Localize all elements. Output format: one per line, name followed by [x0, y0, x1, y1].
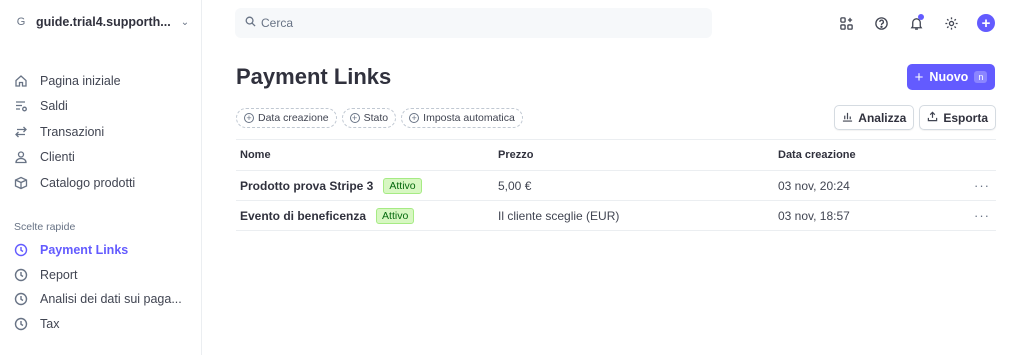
- filter-status[interactable]: + Stato: [341, 108, 397, 128]
- shortcut-label: Report: [40, 267, 78, 282]
- filter-label: Imposta automatica: [423, 112, 515, 124]
- clock-icon: [14, 268, 28, 282]
- shortcut-tax[interactable]: Tax: [14, 312, 182, 337]
- filter-date-created[interactable]: + Data creazione: [236, 108, 337, 128]
- shortcut-label: Payment Links: [40, 243, 129, 258]
- cell-date: 03 nov, 18:57: [778, 208, 850, 223]
- create-icon[interactable]: +: [976, 13, 996, 33]
- payment-links-table: Nome Prezzo Data creazione Prodotto prov…: [236, 139, 996, 231]
- notifications-icon[interactable]: [906, 13, 926, 33]
- account-avatar: G: [16, 16, 26, 28]
- main-nav: Pagina iniziale Saldi Transazioni Client…: [14, 68, 135, 196]
- transactions-icon: [14, 125, 28, 139]
- page-title: Payment Links: [236, 64, 392, 89]
- new-button-label: Nuovo: [929, 70, 969, 84]
- search-placeholder: Cerca: [261, 16, 294, 30]
- column-header-date[interactable]: Data creazione: [778, 149, 968, 161]
- chart-icon: [842, 111, 853, 125]
- row-name: Prodotto prova Stripe 3: [240, 178, 374, 193]
- home-icon: [14, 74, 28, 88]
- column-header-price[interactable]: Prezzo: [498, 149, 778, 161]
- table-header: Nome Prezzo Data creazione: [236, 140, 996, 171]
- sidebar: G guide.trial4.supporth... ⌄ Pagina iniz…: [0, 0, 202, 355]
- cell-name: Evento di beneficenza Attivo: [236, 207, 498, 224]
- search-input[interactable]: Cerca: [235, 8, 712, 38]
- row-name: Evento di beneficenza: [240, 208, 367, 223]
- apps-icon[interactable]: [836, 13, 856, 33]
- clock-icon: [14, 243, 28, 257]
- cell-name: Prodotto prova Stripe 3 Attivo: [236, 177, 498, 194]
- settings-icon[interactable]: [941, 13, 961, 33]
- notification-dot: [918, 14, 924, 20]
- sidebar-item-label: Saldi: [40, 99, 68, 114]
- product-catalog-icon: [14, 176, 28, 190]
- export-button[interactable]: Esporta: [919, 105, 996, 130]
- plus-icon: +: [914, 68, 924, 86]
- sidebar-item-label: Transazioni: [40, 124, 105, 139]
- table-row[interactable]: Evento di beneficenza Attivo Il cliente …: [236, 201, 996, 231]
- table-actions: Analizza Esporta: [834, 105, 996, 130]
- column-header-name[interactable]: Nome: [236, 149, 498, 161]
- export-label: Esporta: [943, 110, 988, 125]
- account-name: guide.trial4.supporth...: [36, 15, 171, 29]
- sidebar-item-balances[interactable]: Saldi: [14, 94, 135, 120]
- more-options-icon[interactable]: ···: [968, 178, 996, 193]
- account-switcher[interactable]: G guide.trial4.supporth... ⌄: [14, 12, 189, 32]
- keyboard-shortcut-badge: n: [974, 71, 988, 83]
- search-icon: [245, 16, 256, 30]
- clock-icon: [14, 317, 28, 331]
- add-filter-icon: +: [349, 113, 360, 123]
- sidebar-item-home[interactable]: Pagina iniziale: [14, 68, 135, 94]
- sidebar-item-label: Clienti: [40, 150, 75, 165]
- status-badge: Attivo: [383, 177, 422, 194]
- add-filter-icon: +: [409, 113, 420, 123]
- top-toolbar: +: [836, 13, 996, 33]
- sidebar-item-transactions[interactable]: Transazioni: [14, 119, 135, 145]
- filter-label: Stato: [363, 112, 389, 124]
- shortcut-label: Analisi dei dati sui paga...: [40, 292, 182, 307]
- analyze-button[interactable]: Analizza: [834, 105, 915, 130]
- table-row[interactable]: Prodotto prova Stripe 3 Attivo 5,00 € 03…: [236, 171, 996, 201]
- cell-price: 5,00 €: [498, 178, 532, 193]
- clock-icon: [14, 292, 28, 306]
- shortcut-label: Tax: [40, 316, 60, 331]
- export-icon: [927, 111, 938, 125]
- cell-price: Il cliente sceglie (EUR): [498, 208, 620, 223]
- sidebar-item-product-catalog[interactable]: Catalogo prodotti: [14, 170, 135, 196]
- balance-icon: [14, 99, 28, 113]
- new-payment-link-button[interactable]: + Nuovo n: [907, 64, 995, 90]
- shortcuts-title: Scelte rapide: [14, 221, 76, 233]
- shortcut-payment-links[interactable]: Payment Links: [14, 238, 182, 263]
- filter-bar: + Data creazione + Stato + Imposta autom…: [236, 108, 523, 128]
- analyze-label: Analizza: [858, 110, 907, 125]
- customers-icon: [14, 150, 28, 164]
- help-icon[interactable]: [871, 13, 891, 33]
- sidebar-item-customers[interactable]: Clienti: [14, 145, 135, 171]
- chevron-down-icon: ⌄: [180, 16, 190, 28]
- cell-date: 03 nov, 20:24: [778, 178, 850, 193]
- sidebar-item-label: Catalogo prodotti: [40, 175, 136, 190]
- shortcut-payment-analytics[interactable]: Analisi dei dati sui paga...: [14, 287, 182, 312]
- shortcut-report[interactable]: Report: [14, 263, 182, 288]
- add-filter-icon: +: [244, 113, 254, 123]
- shortcuts-list: Payment Links Report Analisi dei dati su…: [14, 238, 182, 336]
- more-options-icon[interactable]: ···: [968, 208, 996, 223]
- filter-automatic-tax[interactable]: + Imposta automatica: [401, 108, 523, 128]
- filter-label: Data creazione: [258, 112, 329, 124]
- status-badge: Attivo: [376, 207, 415, 224]
- sidebar-item-label: Pagina iniziale: [40, 73, 121, 88]
